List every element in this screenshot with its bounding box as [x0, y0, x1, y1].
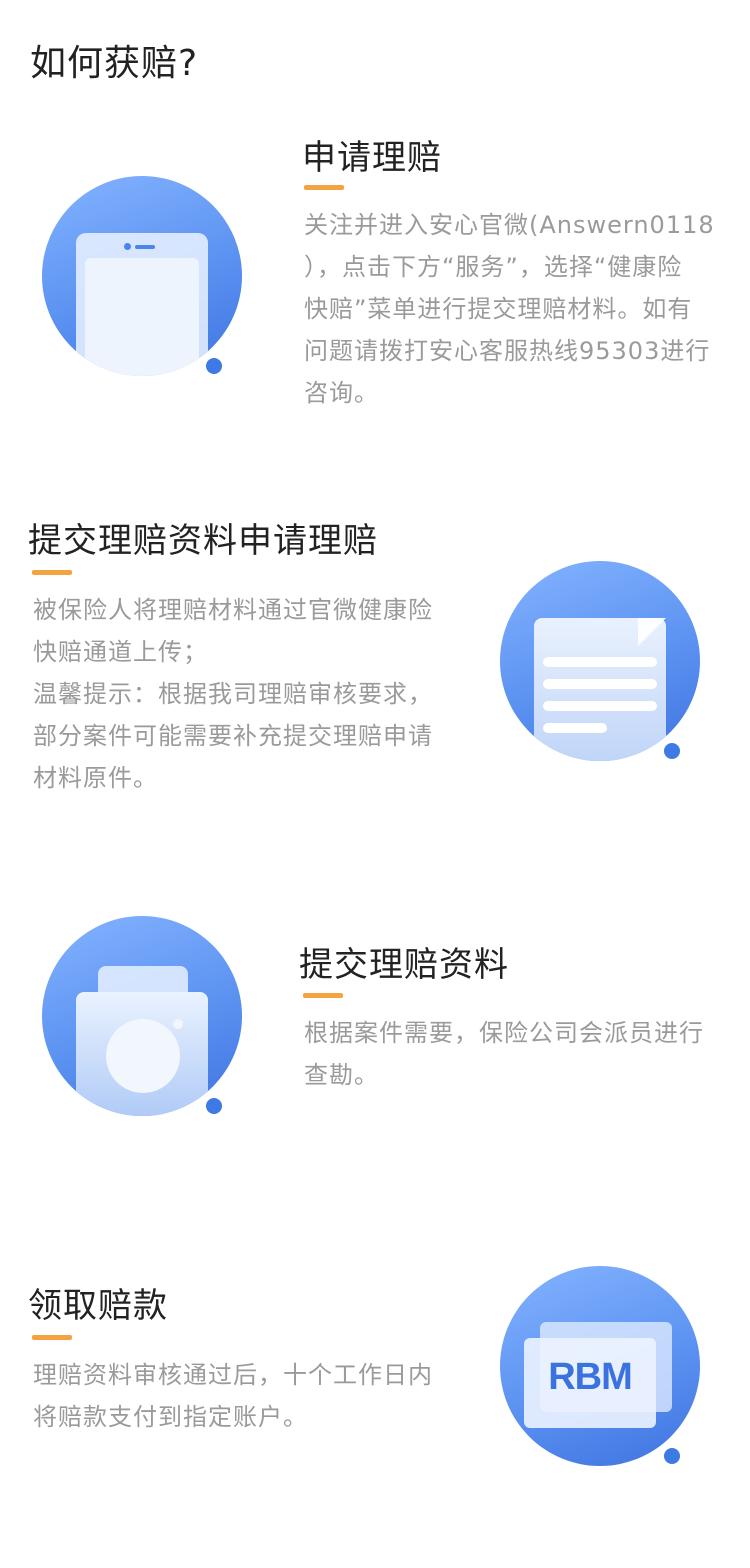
desc-line: 被保险人将理赔材料通过官微健康险	[33, 596, 433, 624]
desc-line: 将赔款支付到指定账户。	[33, 1403, 308, 1431]
desc-line: 理赔资料审核通过后，十个工作日内	[33, 1361, 433, 1389]
desc-line: 根据案件需要，保险公司会派员进行	[304, 1019, 704, 1047]
step-description: 关注并进入安心官微(Answern0118 ），点击下方“服务”，选择“健康险 …	[304, 204, 715, 414]
desc-line: ），点击下方“服务”，选择“健康险	[304, 253, 683, 281]
desc-line: 材料原件。	[33, 764, 158, 792]
step-title: 领取赔款	[28, 1286, 168, 1326]
camera-lens	[106, 1019, 180, 1093]
step-description: 理赔资料审核通过后，十个工作日内 将赔款支付到指定账户。	[33, 1354, 433, 1438]
accent-bar	[32, 570, 72, 575]
accent-bar	[303, 993, 343, 998]
accent-bar	[32, 1335, 72, 1340]
phone-speaker	[135, 245, 155, 249]
step-title: 提交理赔资料	[299, 945, 509, 985]
phone-camera	[124, 243, 131, 250]
desc-line: 部分案件可能需要补充提交理赔申请	[33, 722, 433, 750]
step-title: 申请理赔	[302, 138, 442, 178]
indicator-dot	[664, 1448, 680, 1464]
document-icon	[500, 561, 700, 761]
desc-line: 温馨提示：根据我司理赔审核要求，	[33, 680, 433, 708]
desc-line: 查勘。	[304, 1061, 379, 1089]
indicator-dot	[664, 743, 680, 759]
document-line	[543, 701, 657, 711]
step-description: 根据案件需要，保险公司会派员进行 查勘。	[304, 1012, 704, 1096]
document-fold	[638, 618, 666, 646]
accent-bar	[304, 185, 344, 190]
indicator-dot	[206, 1098, 222, 1114]
desc-line: 咨询。	[304, 379, 379, 407]
page-title: 如何获赔?	[30, 43, 199, 84]
card-logo-text: RBM	[548, 1356, 633, 1398]
camera-flash	[173, 1019, 183, 1029]
phone-icon	[42, 176, 242, 376]
document-line	[543, 723, 607, 733]
camera-icon	[42, 916, 242, 1116]
desc-line: 快赔通道上传；	[33, 638, 208, 666]
desc-line: 问题请拨打安心客服热线95303进行	[304, 337, 711, 365]
step-description: 被保险人将理赔材料通过官微健康险 快赔通道上传； 温馨提示：根据我司理赔审核要求…	[33, 589, 433, 799]
bank-card-icon: RBM	[500, 1266, 700, 1466]
desc-line: 关注并进入安心官微(Answern0118	[304, 211, 715, 239]
desc-line: 快赔”菜单进行提交理赔材料。如有	[304, 295, 693, 323]
indicator-dot	[206, 358, 222, 374]
document-line	[543, 679, 657, 689]
step-title: 提交理赔资料申请理赔	[28, 521, 378, 561]
phone-screen	[85, 258, 199, 376]
document-line	[543, 657, 657, 667]
